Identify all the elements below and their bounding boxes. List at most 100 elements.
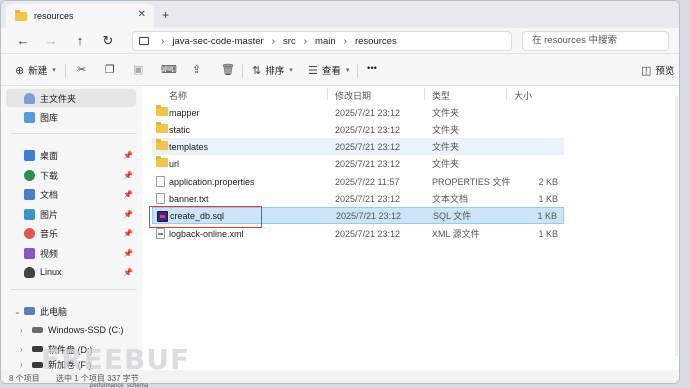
sidebar-item-home[interactable]: 主文件夹 — [6, 89, 136, 107]
divider — [11, 289, 136, 290]
chevron-right-icon[interactable]: › — [20, 345, 23, 354]
column-header-size[interactable]: 大小 — [514, 89, 532, 102]
search-input[interactable]: 在 resources 中搜索 — [522, 31, 669, 51]
column-header-type[interactable]: 类型 — [432, 89, 450, 102]
sidebar-item-label: 下载 — [40, 170, 59, 181]
home-icon — [24, 92, 35, 104]
preview-pane-icon: ◫ — [641, 64, 652, 77]
gallery-icon — [24, 111, 35, 123]
file-row-mapper[interactable]: mapper 2025/7/21 23:12 文件夹 — [152, 104, 564, 121]
folder-icon — [156, 156, 168, 167]
file-size: 1 KB — [538, 228, 558, 239]
column-header-name[interactable]: 名称 — [169, 89, 187, 102]
pin-icon[interactable]: 📌 — [123, 268, 133, 277]
up-button[interactable]: ↑ — [72, 33, 88, 48]
chevron-down-icon: ▾ — [345, 67, 350, 74]
column-header-date[interactable]: 修改日期 — [335, 89, 371, 102]
divider — [242, 64, 243, 78]
delete-button[interactable]: 🗑 — [221, 63, 239, 76]
breadcrumb-item-project[interactable]: java-sec-code-master — [172, 36, 263, 47]
sidebar-item-this-pc[interactable]: ⌄ 此电脑 — [6, 302, 136, 320]
sidebar-item-desktop[interactable]: 桌面 📌 — [6, 146, 136, 164]
refresh-button[interactable]: ↻ — [100, 33, 116, 49]
text-file-icon — [156, 193, 165, 204]
breadcrumb-item-resources[interactable]: resources — [355, 36, 397, 47]
title-bar: resources ✕ + — [1, 1, 679, 28]
column-divider[interactable] — [506, 88, 507, 100]
watermark-logo: FREEBUF — [41, 343, 191, 376]
file-type: 文件夹 — [432, 125, 460, 135]
forward-button[interactable]: → — [43, 33, 59, 48]
paste-button[interactable]: ▣ — [133, 63, 147, 76]
view-button[interactable]: ☰ 查看 ▾ — [308, 63, 350, 78]
close-tab-icon[interactable]: ✕ — [138, 9, 146, 20]
pin-icon[interactable]: 📌 — [123, 210, 133, 219]
preview-button[interactable]: ◫ 预览 — [641, 63, 674, 78]
file-row-url[interactable]: url 2025/7/21 23:12 文件夹 — [152, 155, 564, 172]
file-row-static[interactable]: static 2025/7/21 23:12 文件夹 — [152, 121, 564, 138]
file-size: 1 KB — [538, 193, 558, 204]
sidebar-item-pictures[interactable]: 图片 📌 — [6, 205, 136, 223]
monitor-icon — [139, 37, 149, 45]
view-icon: ☰ — [308, 64, 318, 77]
xml-file-icon — [156, 228, 165, 239]
new-button[interactable]: ⊕ 新建 ▾ — [15, 63, 56, 78]
file-row-banner-txt[interactable]: banner.txt 2025/7/21 23:12 文本文档 1 KB — [152, 190, 564, 207]
breadcrumb-item-main[interactable]: main — [315, 36, 336, 47]
pin-icon[interactable]: 📌 — [123, 249, 133, 258]
sidebar-item-videos[interactable]: 视频 📌 — [6, 244, 136, 262]
sidebar-item-linux[interactable]: Linux 📌 — [6, 263, 136, 281]
sort-button[interactable]: ⇅ 排序 ▾ — [252, 63, 293, 78]
breadcrumb[interactable]: › java-sec-code-master › src › main › re… — [132, 31, 512, 51]
sidebar-item-label: 视频 — [40, 248, 59, 259]
pin-icon[interactable]: 📌 — [123, 171, 133, 180]
pin-icon[interactable]: 📌 — [123, 190, 133, 199]
file-type: XML 源文件 — [432, 229, 480, 239]
sidebar-item-label: Windows-SSD (C:) — [48, 325, 124, 335]
divider — [11, 133, 136, 134]
sort-label: 排序 — [265, 66, 285, 77]
pin-icon[interactable]: 📌 — [123, 229, 133, 238]
share-icon: ⇪ — [192, 64, 202, 76]
rename-button[interactable]: ⌨ — [161, 63, 181, 76]
breadcrumb-separator: › — [343, 35, 347, 47]
file-row-application-properties[interactable]: application.properties 2025/7/22 11:57 P… — [152, 173, 564, 190]
sidebar-item-gallery[interactable]: 图库 — [6, 108, 136, 126]
sidebar-item-music[interactable]: 音乐 📌 — [6, 224, 136, 242]
chevron-down-icon: ▾ — [52, 67, 56, 74]
chevron-right-icon[interactable]: › — [20, 360, 23, 369]
chevron-down-icon[interactable]: ⌄ — [14, 307, 21, 316]
file-row-templates[interactable]: templates 2025/7/21 23:12 文件夹 — [152, 138, 564, 155]
music-icon — [24, 227, 35, 239]
sidebar-item-documents[interactable]: 文档 📌 — [6, 185, 136, 203]
scrollbar[interactable] — [675, 96, 678, 356]
sidebar-item-downloads[interactable]: 下载 📌 — [6, 166, 136, 184]
chevron-right-icon[interactable]: › — [20, 326, 23, 335]
sidebar-item-label: 此电脑 — [40, 306, 68, 317]
file-name: application.properties — [169, 176, 255, 187]
share-button[interactable]: ⇪ — [192, 63, 205, 76]
column-divider[interactable] — [424, 88, 425, 100]
sidebar-item-label: 文档 — [40, 189, 59, 200]
breadcrumb-item-src[interactable]: src — [283, 36, 296, 47]
cut-button[interactable]: ✂ — [77, 63, 90, 76]
more-button[interactable]: ••• — [367, 63, 377, 74]
back-button[interactable]: ← — [15, 33, 31, 48]
explorer-window: resources ✕ + ← → ↑ ↻ › java-sec-code-ma… — [0, 0, 680, 384]
file-type: 文件夹 — [432, 108, 460, 118]
column-divider[interactable] — [327, 88, 328, 100]
tab-resources[interactable]: resources ✕ — [6, 4, 154, 28]
copy-button[interactable]: ❐ — [105, 63, 119, 76]
file-date: 2025/7/21 23:12 — [335, 141, 401, 152]
videos-icon — [24, 247, 35, 259]
file-type: SQL 文件 — [433, 211, 472, 221]
plus-icon: ⊕ — [15, 64, 25, 77]
file-size: 2 KB — [538, 176, 558, 187]
file-name: static — [169, 124, 191, 135]
pin-icon[interactable]: 📌 — [123, 151, 133, 160]
new-tab-button[interactable]: + — [162, 8, 169, 22]
sidebar-item-label: 图库 — [40, 112, 59, 123]
document-icon — [156, 176, 165, 187]
sidebar-item-drive-c[interactable]: › Windows-SSD (C:) — [6, 321, 136, 339]
navigation-pane: 主文件夹 图库 桌面 📌 下载 📌 文档 📌 图片 📌 音乐 📌 视频 📌 Li… — [1, 86, 142, 370]
